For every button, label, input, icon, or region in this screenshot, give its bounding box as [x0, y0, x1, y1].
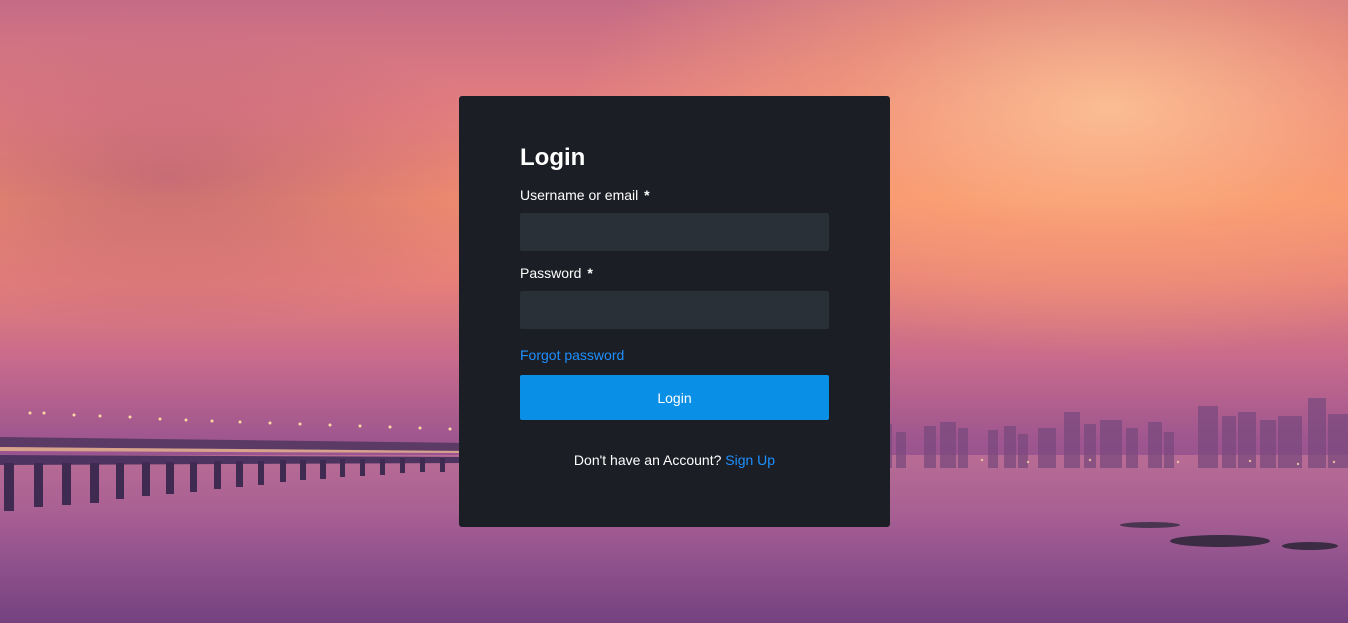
- password-input[interactable]: [520, 291, 829, 329]
- no-account-text: Don't have an Account?: [573, 452, 722, 468]
- bridge: [0, 411, 470, 511]
- sign-up-link[interactable]: Sign Up: [725, 452, 775, 468]
- login-button[interactable]: Login: [520, 375, 829, 420]
- password-label: Password *: [520, 264, 829, 282]
- username-input[interactable]: [520, 213, 829, 251]
- forgot-password-link[interactable]: Forgot password: [520, 346, 624, 364]
- rocks: [1120, 522, 1338, 550]
- signup-row: Don't have an Account? Sign Up: [520, 451, 829, 469]
- password-required-mark: *: [587, 265, 593, 281]
- password-label-text: Password: [520, 265, 582, 281]
- username-required-mark: *: [644, 187, 650, 203]
- username-label: Username or email *: [520, 186, 829, 204]
- username-label-text: Username or email: [520, 187, 639, 203]
- login-title: Login: [520, 144, 586, 171]
- login-card: Login Username or email * Password * For…: [459, 96, 890, 527]
- city-skyline: [878, 398, 1348, 468]
